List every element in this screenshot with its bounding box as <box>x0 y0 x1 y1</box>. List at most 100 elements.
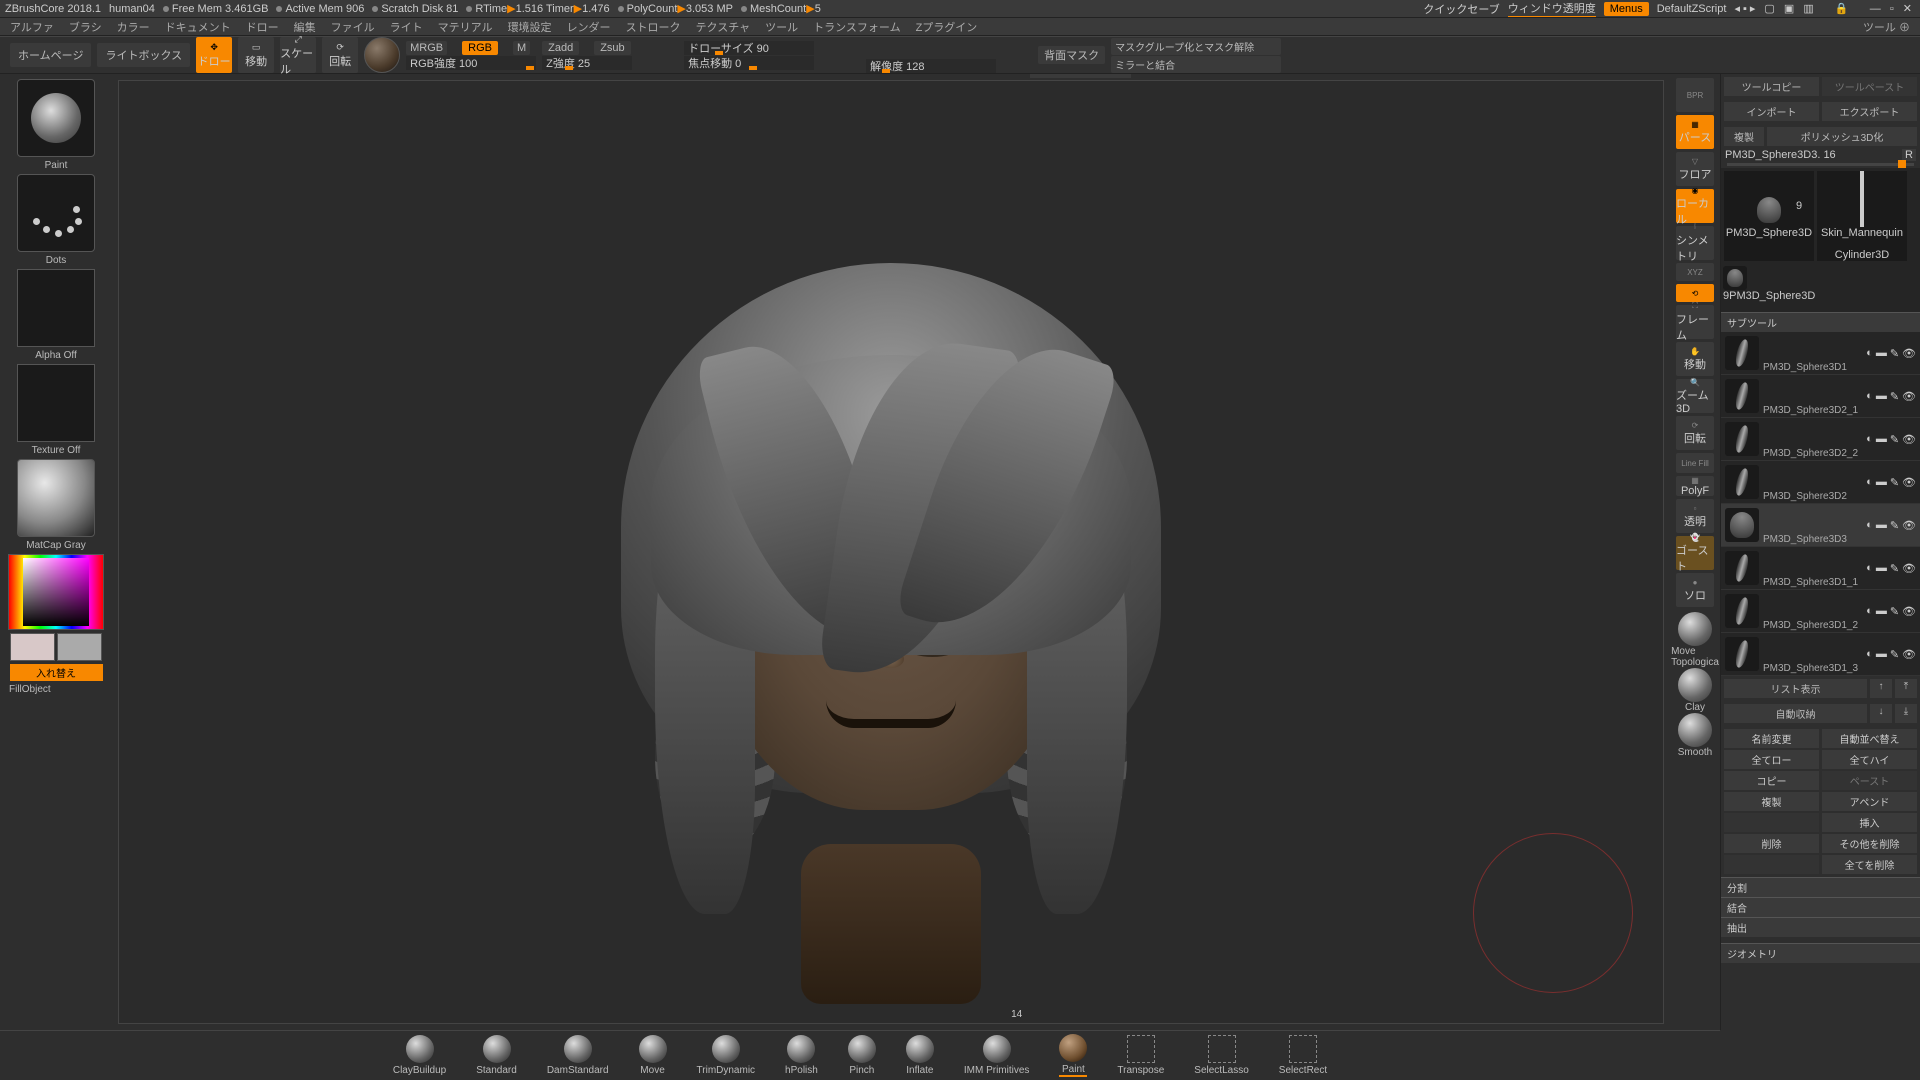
mesh-icon[interactable]: ▬ <box>1876 519 1887 532</box>
tool-palette-header[interactable]: ツール ⊕ <box>1863 19 1910 35</box>
autoreorder-button[interactable]: 自動並べ替え <box>1822 729 1917 748</box>
subtool-item-6[interactable]: ◐▬✎👁 PM3D_Sphere3D1_2 <box>1721 590 1920 633</box>
eye-icon[interactable]: 👁 <box>1902 390 1916 403</box>
tool-slider[interactable] <box>1727 163 1914 166</box>
brush-selectlasso[interactable]: SelectLasso <box>1194 1035 1248 1076</box>
mesh-icon[interactable]: ▬ <box>1876 562 1887 575</box>
material-preview[interactable] <box>364 37 400 73</box>
menu-tool[interactable]: ツール <box>765 19 798 35</box>
brush-icon[interactable]: ✎ <box>1890 433 1899 446</box>
ghost-button[interactable]: 👻ゴースト <box>1676 536 1714 570</box>
polymesh-button[interactable]: ポリメッシュ3D化 <box>1767 127 1917 146</box>
paint-icon[interactable]: ◐ <box>1866 433 1873 446</box>
draw-mode-button[interactable]: ✥ドロー <box>196 37 232 73</box>
eye-icon[interactable]: 👁 <box>1902 476 1916 489</box>
duplicate-button[interactable]: 複製 <box>1724 792 1819 811</box>
menu-brush[interactable]: ブラシ <box>69 19 102 35</box>
rotlock-button[interactable]: ⟲ <box>1676 284 1714 302</box>
paint-icon[interactable]: ◐ <box>1866 390 1873 403</box>
eye-icon[interactable]: 👁 <box>1902 605 1916 618</box>
subtool-header[interactable]: サブツール <box>1721 312 1920 332</box>
rgb-button[interactable]: RGB <box>462 41 498 55</box>
brush-damstandard[interactable]: DamStandard <box>547 1035 609 1076</box>
brush-icon[interactable]: ✎ <box>1890 605 1899 618</box>
paint-icon[interactable]: ◐ <box>1866 605 1873 618</box>
delall-button[interactable]: 全てを削除 <box>1822 855 1917 874</box>
brush-inflate[interactable]: Inflate <box>906 1035 934 1076</box>
eye-icon[interactable]: 👁 <box>1902 347 1916 360</box>
brush-pinch[interactable]: Pinch <box>848 1035 876 1076</box>
window-icons[interactable]: ◂▪▸ ▢ ▣ ▥ 🔒 — ▫ ✕ <box>1734 2 1915 15</box>
subtool-item-1[interactable]: ◐▬✎👁 PM3D_Sphere3D2_1 <box>1721 375 1920 418</box>
brush-icon[interactable]: ✎ <box>1890 347 1899 360</box>
zsub-button[interactable]: Zsub <box>594 41 630 55</box>
top-icon[interactable]: ⤒ <box>1895 679 1917 698</box>
local-button[interactable]: ◉ローカル <box>1676 189 1714 223</box>
rgb-intensity-slider[interactable]: RGB強度 100 <box>406 56 536 70</box>
append-button[interactable]: アペンド <box>1822 792 1917 811</box>
autofit-button[interactable]: 自動収納 <box>1724 704 1867 723</box>
floor-button[interactable]: ▽フロア <box>1676 152 1714 186</box>
main-color-swatch[interactable] <box>10 633 55 661</box>
polyf-button[interactable]: ▦PolyF <box>1676 476 1714 496</box>
geometry-header[interactable]: ジオメトリ <box>1721 943 1920 963</box>
menu-material[interactable]: マテリアル <box>438 19 493 35</box>
split-header[interactable]: 分割 <box>1721 877 1920 897</box>
eye-icon[interactable]: 👁 <box>1902 519 1916 532</box>
tool-copy-button[interactable]: ツールコピー <box>1724 77 1819 96</box>
eye-icon[interactable]: 👁 <box>1902 648 1916 661</box>
brush-icon[interactable]: ✎ <box>1890 390 1899 403</box>
alpha-thumb[interactable] <box>17 269 95 347</box>
bottom-icon[interactable]: ⤓ <box>1895 704 1917 723</box>
eye-icon[interactable]: 👁 <box>1902 433 1916 446</box>
mesh-icon[interactable]: ▬ <box>1876 605 1887 618</box>
brush-imm primitives[interactable]: 14IMM Primitives <box>964 1035 1030 1076</box>
symmetry-button[interactable]: ⦚シンメトリ <box>1676 226 1714 260</box>
texture-thumb[interactable] <box>17 364 95 442</box>
delother-button[interactable]: その他を削除 <box>1822 834 1917 853</box>
perspective-button[interactable]: ▦パース <box>1676 115 1714 149</box>
subtool-item-5[interactable]: ◐▬✎👁 PM3D_Sphere3D1_1 <box>1721 547 1920 590</box>
rotate-mode-button[interactable]: ⟳回転 <box>322 37 358 73</box>
subtool-item-0[interactable]: ◐▬✎👁 PM3D_Sphere3D1 <box>1721 332 1920 375</box>
mesh-icon[interactable]: ▬ <box>1876 433 1887 446</box>
mirror-weld-button[interactable]: ミラーと結合 <box>1111 56 1281 73</box>
menu-texture[interactable]: テクスチャ <box>696 19 751 35</box>
subtool-item-7[interactable]: ◐▬✎👁 PM3D_Sphere3D1_3 <box>1721 633 1920 676</box>
linefill-button[interactable]: Line Fill <box>1676 453 1714 473</box>
moveview-button[interactable]: ✋移動 <box>1676 342 1714 376</box>
paint-icon[interactable]: ◐ <box>1866 562 1873 575</box>
solo-button[interactable]: ●ソロ <box>1676 573 1714 607</box>
quick-brush-movetopo[interactable] <box>1678 612 1712 646</box>
paint-icon[interactable]: ◐ <box>1866 476 1873 489</box>
transp-button[interactable]: ▫透明 <box>1676 499 1714 533</box>
brush-selectrect[interactable]: SelectRect <box>1279 1035 1327 1076</box>
move-mode-button[interactable]: ▭移動 <box>238 37 274 73</box>
paint-icon[interactable]: ◐ <box>1866 347 1873 360</box>
brush-standard[interactable]: Standard <box>476 1035 517 1076</box>
extract-header[interactable]: 抽出 <box>1721 917 1920 937</box>
eye-icon[interactable]: 👁 <box>1902 562 1916 575</box>
brush-move[interactable]: Move <box>639 1035 667 1076</box>
resolution-slider[interactable]: 解像度 128 <box>866 59 996 73</box>
drawsize-slider[interactable]: ドローサイズ 90 <box>684 41 814 55</box>
clone-button[interactable]: 複製 <box>1724 127 1764 146</box>
brush-hpolish[interactable]: hPolish <box>785 1035 818 1076</box>
material-thumb[interactable] <box>17 459 95 537</box>
fillobject-button[interactable]: FillObject <box>9 684 51 695</box>
paint-icon[interactable]: ◐ <box>1866 648 1873 661</box>
quicksave-button[interactable]: クイックセーブ <box>1423 1 1499 17</box>
brush-trimdynamic[interactable]: TrimDynamic <box>697 1035 756 1076</box>
maskgroup-button[interactable]: マスクグループ化とマスク解除 <box>1111 38 1281 55</box>
secondary-color-swatch[interactable] <box>57 633 102 661</box>
viewport[interactable] <box>118 80 1664 1024</box>
alllow-button[interactable]: 全てロー <box>1724 750 1819 769</box>
tool-paste-button[interactable]: ツールペースト <box>1822 77 1917 96</box>
scale-mode-button[interactable]: ⤢スケール <box>280 37 316 73</box>
lightbox-button[interactable]: ライトボックス <box>97 43 190 67</box>
brush-transpose[interactable]: Transpose <box>1117 1035 1164 1076</box>
mesh-icon[interactable]: ▬ <box>1876 347 1887 360</box>
mesh-icon[interactable]: ▬ <box>1876 648 1887 661</box>
menu-document[interactable]: ドキュメント <box>165 19 231 35</box>
menu-zplugin[interactable]: Zプラグイン <box>916 19 978 35</box>
